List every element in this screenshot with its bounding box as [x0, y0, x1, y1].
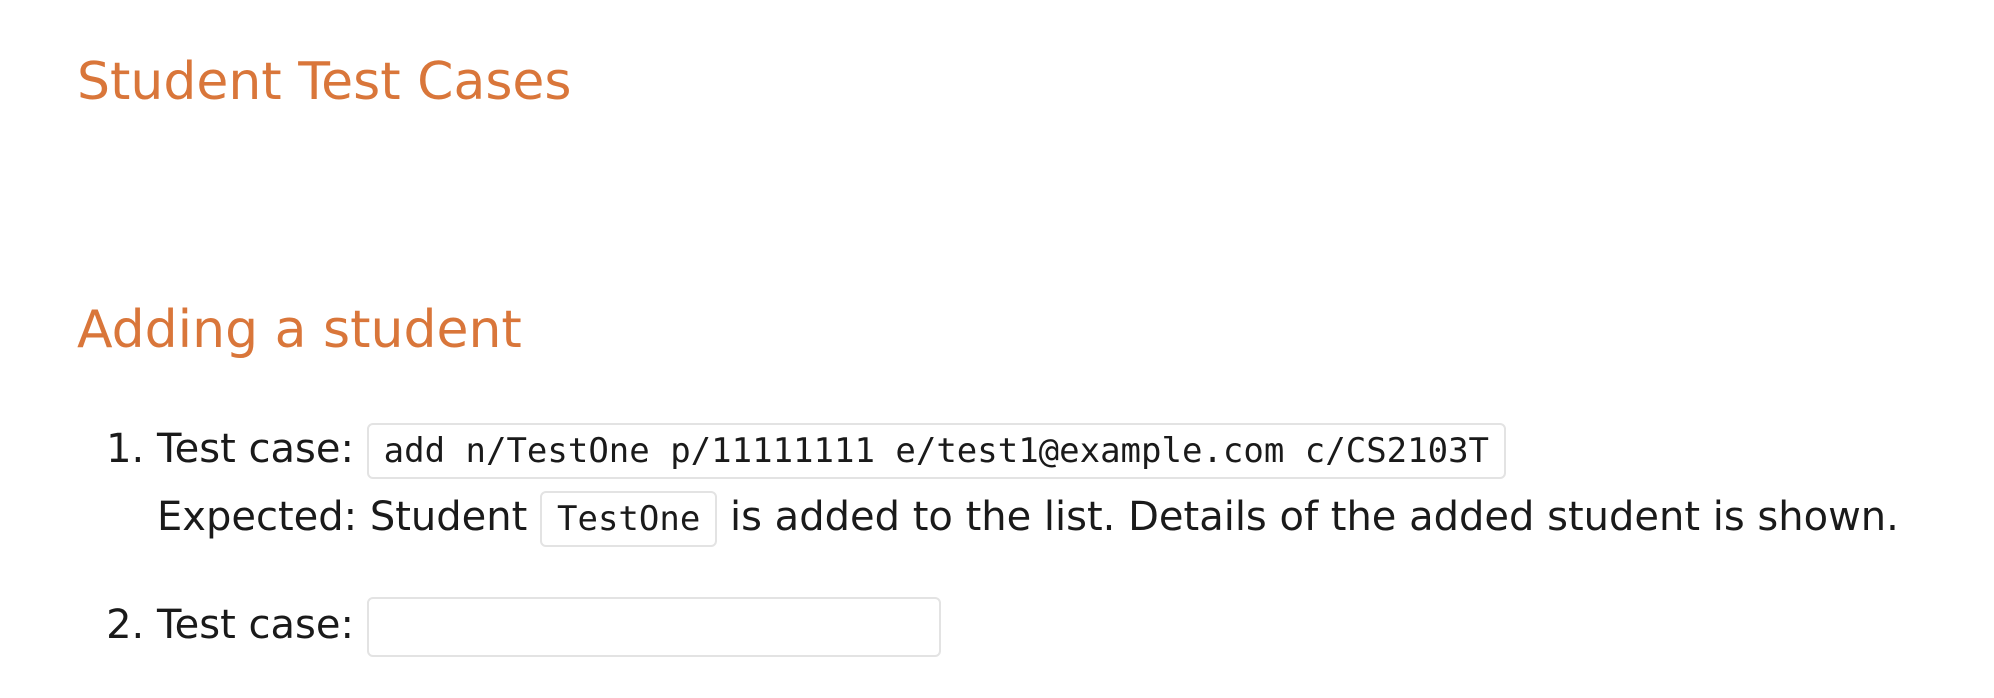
test-command-code: add n/TestOne p/11111111 e/test1@example…: [366, 423, 1507, 479]
test-case-label: Test case:: [157, 602, 354, 648]
expected-prefix: Expected: Student: [157, 494, 528, 540]
test-command-code: [366, 597, 941, 657]
test-case-list: Test case: add n/TestOne p/11111111 e/te…: [77, 416, 1994, 698]
expected-student-code: TestOne: [540, 491, 718, 547]
list-item: Test case: add n/TestOne p/11111111 e/te…: [157, 416, 1994, 552]
expected-suffix: is added to the list. Details of the add…: [730, 494, 1899, 540]
page-title: Student Test Cases: [77, 52, 572, 112]
test-case-line: Test case:: [157, 592, 1994, 658]
test-case-line: Test case: add n/TestOne p/11111111 e/te…: [157, 416, 1994, 484]
section-heading-adding-student: Adding a student: [77, 300, 522, 360]
list-item: Test case:: [157, 592, 1994, 658]
expected-line: Expected: Student TestOne is added to th…: [157, 484, 1994, 552]
test-case-label: Test case:: [157, 426, 354, 472]
